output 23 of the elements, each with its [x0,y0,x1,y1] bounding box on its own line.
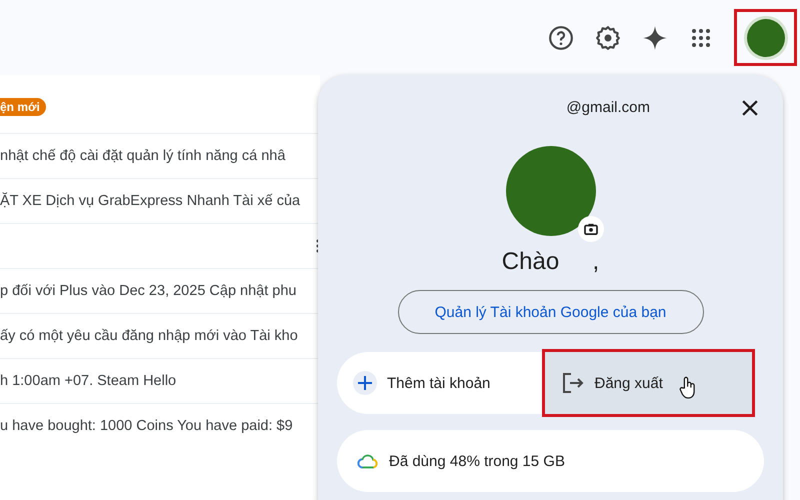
close-icon[interactable] [742,100,758,116]
mail-snippet[interactable]: ấy có một yêu cầu đăng nhập mới vào Tài kho [0,328,320,344]
hand-cursor-icon [678,376,697,400]
cloud-icon [357,454,379,468]
new-badge: ện mới [0,98,46,116]
help-icon[interactable] [548,24,574,50]
mail-snippet[interactable]: ẶT XE Dịch vụ GrabExpress Nhanh Tài xế của [0,193,320,209]
account-email: @gmail.com [566,99,650,116]
storage-card[interactable]: Đã dùng 48% trong 15 GB [337,430,764,492]
greeting: Chào , [502,248,600,276]
settings-icon[interactable] [595,24,621,50]
mail-snippet[interactable]: u have bought: 1000 Coins You have paid: $9 [0,418,320,434]
sign-out-button[interactable]: Đăng xuất [544,352,752,414]
sparkle-icon[interactable] [642,24,668,50]
mail-snippet[interactable]: h 1:00am +07. Steam Hello [0,373,320,389]
mail-snippet[interactable]: p đối với Plus vào Dec 23, 2025 Cập nhật phu [0,283,320,299]
account-avatar[interactable] [734,9,797,66]
plus-icon [353,371,377,395]
manage-account-button[interactable]: Quản lý Tài khoản Google của bạn [398,290,704,334]
camera-icon[interactable] [578,216,604,242]
sign-out-icon [560,371,584,395]
mail-snippet[interactable]: nhật chế độ cài đặt quản lý tính năng cá nhâ [0,148,320,164]
storage-usage: Đã dùng 48% trong 15 GB [389,452,565,470]
